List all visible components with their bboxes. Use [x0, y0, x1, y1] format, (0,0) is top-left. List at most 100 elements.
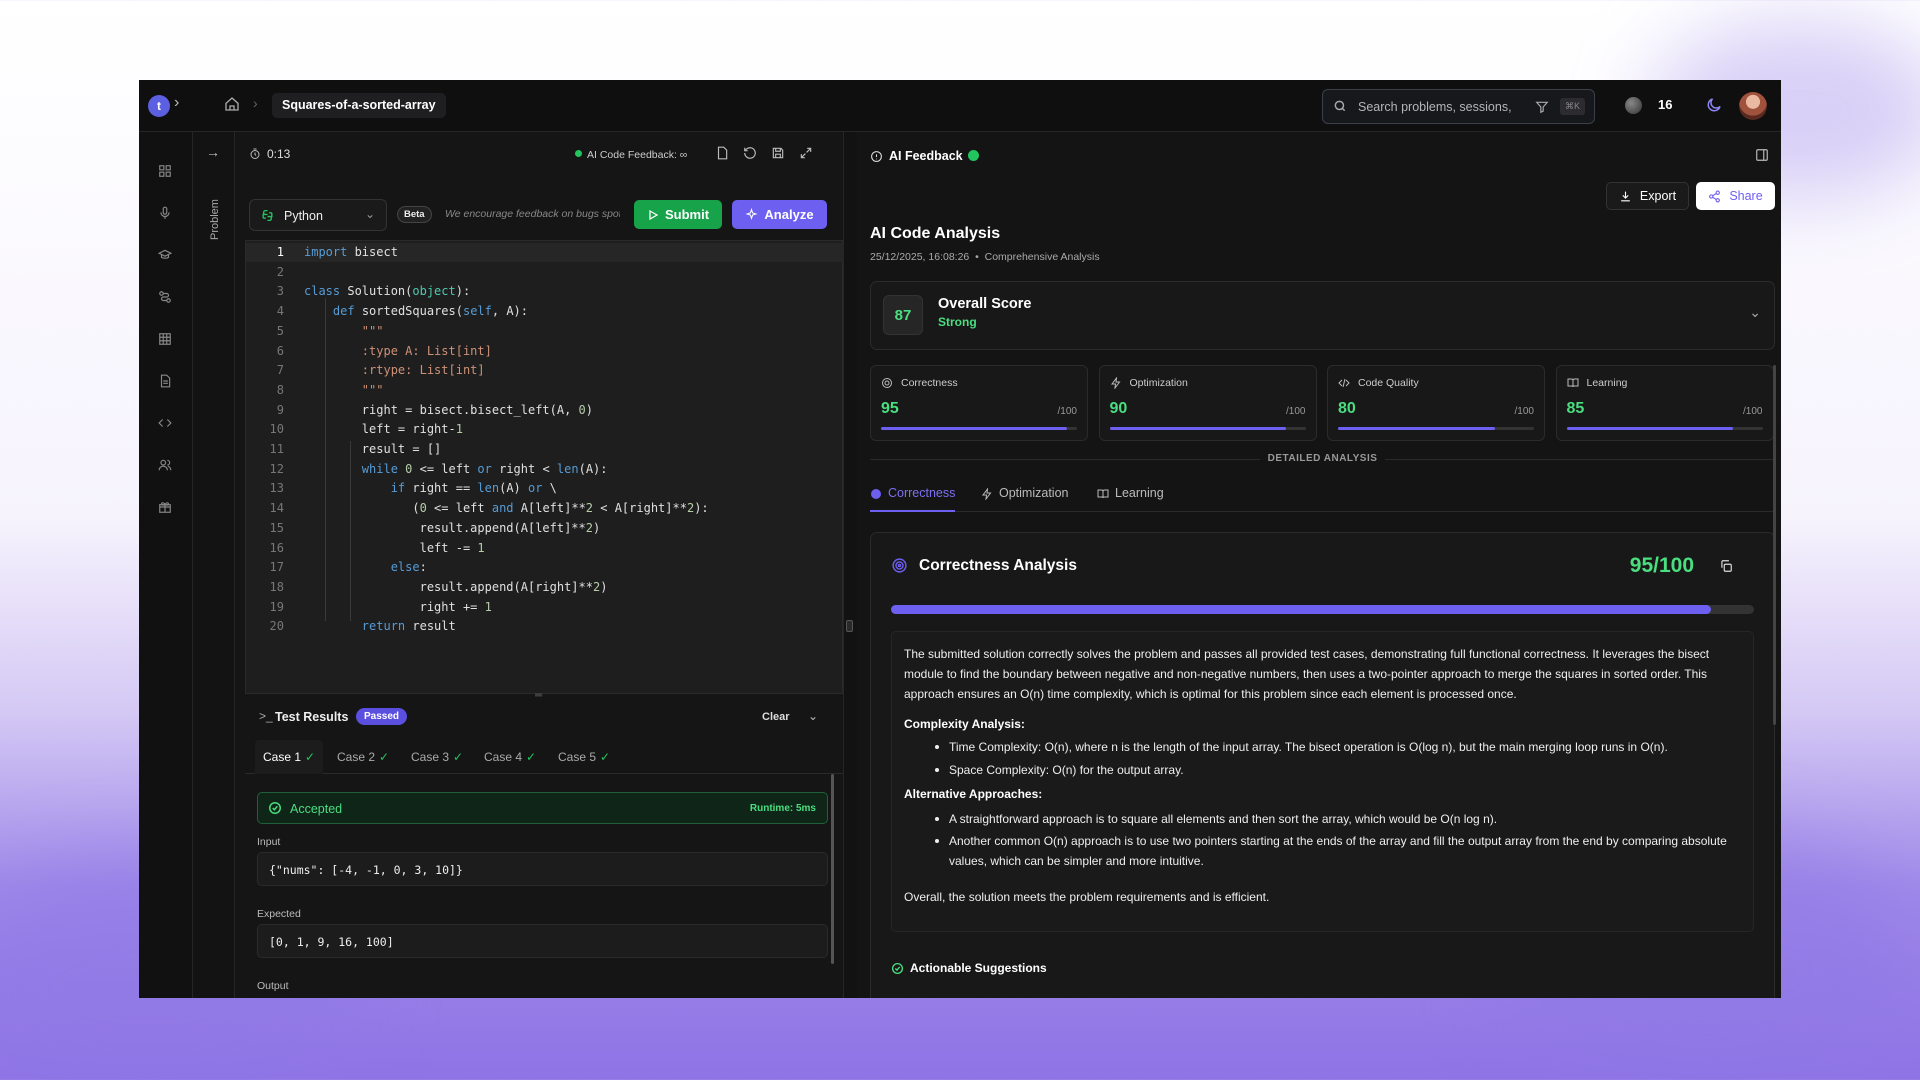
tab-case-5[interactable]: Case 5 ✓ — [550, 740, 618, 774]
result-status: Accepted — [290, 802, 343, 816]
search-box[interactable]: Search problems, sessions, ⌘K — [1322, 89, 1595, 124]
tab-correctness[interactable]: Correctness — [870, 481, 956, 512]
code-line[interactable]: 10 left = right-1 — [246, 420, 844, 439]
code-line[interactable]: 18 result.append(A[right]**2) — [246, 578, 844, 597]
code-line[interactable]: 9 right = bisect.bisect_left(A, 0) — [246, 401, 844, 420]
export-button[interactable]: Export — [1606, 182, 1689, 210]
chevron-down-icon: ⌄ — [364, 207, 375, 221]
complexity-heading: Complexity Analysis: — [904, 717, 1025, 731]
line-number: 7 — [276, 363, 284, 378]
code-text: result = [] — [304, 442, 442, 456]
workflow-icon[interactable] — [158, 290, 174, 306]
panel-toggle-icon[interactable] — [1755, 148, 1769, 167]
problem-panel-toggle[interactable]: → Problem — [193, 132, 235, 998]
status-dot-icon — [575, 150, 582, 157]
code-line[interactable]: 5 """ — [246, 322, 844, 341]
line-number: 10 — [269, 422, 284, 437]
code-line[interactable]: 1 import bisect — [246, 243, 844, 262]
fullscreen-icon[interactable] — [799, 146, 815, 162]
correctness-analysis-card: Correctness Analysis 95/100 The submitte… — [870, 532, 1775, 998]
resize-grip-icon[interactable] — [846, 620, 853, 632]
search-input[interactable]: Search problems, sessions, — [1358, 100, 1512, 114]
complexity-item: Space Complexity: O(n) for the output ar… — [935, 760, 1741, 780]
code-line[interactable]: 13 if right == len(A) or \ — [246, 479, 844, 498]
avatar[interactable] — [1739, 92, 1767, 120]
chevron-down-icon[interactable]: ⌄ — [808, 709, 818, 723]
clear-button[interactable]: Clear — [762, 711, 790, 723]
microphone-icon[interactable] — [158, 206, 174, 222]
metric-progress-bar — [881, 427, 1077, 430]
copy-icon[interactable] — [1719, 559, 1733, 578]
code-line[interactable]: 3 class Solution(object): — [246, 282, 844, 301]
check-icon: ✓ — [379, 750, 390, 764]
arrow-right-icon[interactable]: → — [206, 144, 220, 160]
home-icon[interactable] — [224, 96, 240, 117]
moon-icon[interactable] — [1705, 96, 1723, 119]
code-line[interactable]: 2 — [246, 263, 844, 282]
code-line[interactable]: 8 """ — [246, 381, 844, 400]
tab-optimization[interactable]: Optimization — [981, 481, 1068, 512]
code-text: import bisect — [304, 245, 398, 259]
code-line[interactable]: 4 def sortedSquares(self, A): — [246, 302, 844, 321]
target-icon — [881, 376, 893, 394]
users-icon[interactable] — [158, 458, 174, 474]
code-line[interactable]: 16 left -= 1 — [246, 539, 844, 558]
code-icon[interactable] — [158, 416, 174, 432]
check-icon: ✓ — [453, 750, 464, 764]
file-icon[interactable] — [715, 146, 731, 162]
code-line[interactable]: 11 result = [] — [246, 440, 844, 459]
expected-value-box: [0, 1, 9, 16, 100] — [257, 924, 828, 958]
overall-score-title: Overall Score — [938, 296, 1032, 312]
code-line[interactable]: 12 while 0 <= left or right < len(A): — [246, 460, 844, 479]
code-line[interactable]: 19 right += 1 — [246, 598, 844, 617]
vertical-splitter-handle[interactable]: ═ — [535, 690, 542, 701]
breadcrumb-current[interactable]: Squares-of-a-sorted-array — [272, 93, 446, 118]
metric-card-learning[interactable]: Learning 85/100 — [1555, 365, 1774, 441]
app-window: t › › Squares-of-a-sorted-array Search p… — [139, 80, 1781, 998]
analyze-button[interactable]: Analyze — [732, 200, 827, 229]
overall-score-card[interactable]: 87 Overall Score Strong ⌄ — [870, 281, 1775, 350]
search-icon — [1333, 99, 1347, 118]
language-select[interactable]: Python ⌄ — [249, 199, 387, 231]
code-line[interactable]: 20 return result — [246, 617, 844, 636]
tab-case-3[interactable]: Case 3 ✓ — [403, 740, 471, 774]
code-line[interactable]: 17 else: — [246, 558, 844, 577]
scrollbar[interactable] — [1773, 365, 1776, 725]
dashboard-icon[interactable] — [158, 164, 174, 180]
tab-learning[interactable]: Learning — [1097, 481, 1164, 512]
book-icon — [1567, 376, 1579, 394]
code-line[interactable]: 14 (0 <= left and A[left]**2 < A[right]*… — [246, 499, 844, 518]
code-editor[interactable]: 1 import bisect 2 3 class Solution(object): 4… — [245, 240, 844, 694]
metric-card-correctness[interactable]: Correctness 95/100 — [870, 365, 1088, 441]
tab-case-1[interactable]: Case 1 ✓ — [255, 740, 324, 774]
save-icon[interactable] — [771, 146, 787, 162]
app-logo[interactable]: t — [148, 95, 170, 117]
metric-card-optimization[interactable]: Optimization 90/100 — [1098, 365, 1317, 441]
problem-label[interactable]: Problem — [209, 199, 221, 240]
line-number: 19 — [269, 599, 284, 614]
chevron-down-icon[interactable]: ⌄ — [1749, 304, 1761, 321]
tab-case-2[interactable]: Case 2 ✓ — [329, 740, 397, 774]
submit-button[interactable]: Submit — [634, 200, 722, 229]
chevron-right-icon[interactable]: › — [174, 94, 179, 112]
panel-divider[interactable] — [843, 132, 857, 998]
code-line[interactable]: 7 :rtype: List[int] — [246, 361, 844, 380]
graduation-cap-icon[interactable] — [157, 248, 174, 264]
code-line[interactable]: 15 result.append(A[left]**2) — [246, 519, 844, 538]
submit-label: Submit — [664, 207, 710, 222]
analysis-title: AI Code Analysis — [870, 225, 1001, 242]
share-label: Share — [1729, 189, 1763, 203]
document-icon[interactable] — [158, 374, 174, 390]
metric-card-code-quality[interactable]: Code Quality 80/100 — [1327, 365, 1545, 441]
actionable-suggestions[interactable]: Actionable Suggestions — [891, 961, 1047, 975]
table-icon[interactable] — [158, 332, 174, 348]
tab-case-4[interactable]: Case 4 ✓ — [476, 740, 544, 774]
line-number: 8 — [276, 382, 284, 397]
share-button[interactable]: Share — [1696, 182, 1775, 210]
book-icon — [1097, 484, 1109, 508]
gift-icon[interactable] — [158, 500, 174, 516]
reset-icon[interactable] — [743, 146, 759, 162]
code-line[interactable]: 6 :type A: List[int] — [246, 342, 844, 361]
filter-icon[interactable] — [1535, 100, 1549, 119]
scrollbar[interactable] — [831, 774, 834, 964]
